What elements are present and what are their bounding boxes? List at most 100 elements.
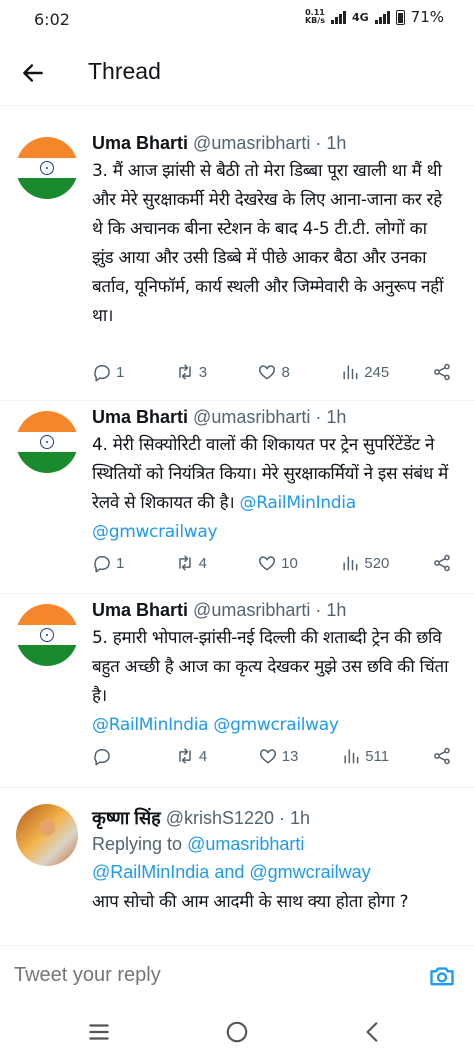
battery-icon <box>395 9 405 25</box>
like-button[interactable]: 10 <box>257 553 298 573</box>
share-button[interactable] <box>432 362 452 382</box>
view-count: 520 <box>364 554 390 572</box>
ashoka-chakra-icon <box>40 434 54 449</box>
replying-to: Replying to @umasribharti @RailMinIndia … <box>92 834 371 882</box>
view-count: 511 <box>365 747 390 765</box>
network-speed: 0.11 KB/s <box>304 8 325 25</box>
mention-link[interactable]: @gmwcrailway <box>92 522 218 542</box>
heart-icon <box>259 365 276 380</box>
tweet-actions: 1 4 10 520 <box>92 551 452 575</box>
retweet-button[interactable]: 3 <box>175 362 215 382</box>
reply-tweet[interactable]: कृष्णा सिंह @krishS1220 · 1h Replying to… <box>0 788 474 945</box>
views-button[interactable]: 520 <box>340 553 389 573</box>
views-button[interactable]: 511 <box>341 746 389 766</box>
signal-icon-2 <box>374 10 390 24</box>
comment-icon <box>94 556 110 573</box>
author-name[interactable]: कृष्णा सिंह <box>92 808 161 828</box>
thread-list[interactable]: Uma Bharti @umasribharti · 1h 3. मैं आज … <box>0 107 474 945</box>
bar-chart-icon <box>344 749 359 764</box>
avatar[interactable] <box>16 604 78 666</box>
reply-count: 1 <box>116 363 125 381</box>
reply-button[interactable]: 1 <box>92 362 132 382</box>
mention-link[interactable]: @RailMinIndia <box>240 493 357 513</box>
retweet-count: 4 <box>198 554 207 572</box>
tweet[interactable]: Uma Bharti @umasribharti · 1h 5. हमारी भ… <box>0 594 474 788</box>
author-name[interactable]: Uma Bharti <box>92 600 188 620</box>
mention-link[interactable]: @RailMinIndia <box>92 862 209 882</box>
like-count: 10 <box>281 554 298 572</box>
reply-button[interactable]: 1 <box>92 553 132 573</box>
mention-link[interactable]: @umasribharti <box>187 834 304 854</box>
author-handle[interactable]: @umasribharti <box>193 407 310 427</box>
heart-icon <box>259 556 276 571</box>
retweet-button[interactable]: 4 <box>175 746 215 766</box>
tweet-actions: 4 13 511 <box>92 744 452 768</box>
tweet-time: · 1h <box>315 133 347 153</box>
retweet-icon <box>178 364 191 380</box>
author-handle[interactable]: @umasribharti <box>193 600 310 620</box>
tweet-text: 5. हमारी भोपाल-झांसी-नई दिल्ली की शताब्द… <box>92 628 449 735</box>
retweet-icon <box>178 555 191 571</box>
tweet-time: · 1h <box>279 808 311 828</box>
heart-icon <box>259 749 276 764</box>
share-icon <box>434 554 450 572</box>
like-count: 8 <box>281 363 290 381</box>
view-count: 245 <box>364 363 390 381</box>
author-name[interactable]: Uma Bharti <box>92 407 188 427</box>
tweet-time: · 1h <box>315 600 347 620</box>
reply-button[interactable] <box>92 746 132 766</box>
share-button[interactable] <box>432 746 452 766</box>
tweet-header: Uma Bharti @umasribharti · 1h <box>92 598 450 622</box>
reply-input[interactable] <box>14 964 394 987</box>
status-icons: 0.11 KB/s 4G 71% <box>305 8 444 26</box>
retweet-icon <box>179 748 191 764</box>
author-handle[interactable]: @umasribharti <box>193 133 310 153</box>
tweet-text: आप सोचो की आम आदमी के साथ क्या होता होगा… <box>92 892 409 912</box>
retweet-button[interactable]: 4 <box>175 553 215 573</box>
tweet-text: 3. मैं आज झांसी से बैठी तो मेरा डिब्बा प… <box>92 161 444 326</box>
network-type: 4G <box>351 10 369 24</box>
camera-icon[interactable] <box>428 962 456 990</box>
retweet-count: 4 <box>198 747 208 765</box>
tweet-text: 4. मेरी सिक्योरिटी वालों की शिकायत पर ट्… <box>92 435 448 542</box>
tweet[interactable]: Uma Bharti @umasribharti · 1h 4. मेरी सि… <box>0 401 474 594</box>
like-button[interactable]: 13 <box>258 746 299 766</box>
signal-icon <box>330 10 346 24</box>
tweet-header: Uma Bharti @umasribharti · 1h <box>92 131 450 155</box>
author-handle[interactable]: @krishS1220 <box>166 808 274 828</box>
reply-count: 1 <box>116 554 125 572</box>
like-button[interactable]: 8 <box>257 362 297 382</box>
status-time: 6:02 <box>34 10 70 29</box>
ashoka-chakra-icon <box>40 160 54 175</box>
battery-level: 71% <box>410 8 444 26</box>
ashoka-chakra-icon <box>40 627 54 642</box>
mention-link[interactable]: @gmwcrailway <box>249 862 370 882</box>
author-name[interactable]: Uma Bharti <box>92 133 188 153</box>
menu-icon[interactable] <box>86 1019 112 1045</box>
bar-chart-icon <box>343 365 358 380</box>
tweet-header: Uma Bharti @umasribharti · 1h <box>92 405 450 429</box>
avatar[interactable] <box>16 804 78 866</box>
avatar[interactable] <box>16 411 78 473</box>
tweet-header: कृष्णा सिंह @krishS1220 · 1h <box>92 806 450 830</box>
back-chevron-icon[interactable] <box>360 1019 386 1045</box>
retweet-count: 3 <box>198 363 208 381</box>
status-bar: 6:02 0.11 KB/s 4G 71% <box>0 0 474 40</box>
app-bar: Thread <box>0 40 474 106</box>
like-count: 13 <box>281 747 299 765</box>
avatar[interactable] <box>16 137 78 199</box>
reply-bar <box>0 945 474 1007</box>
share-button[interactable] <box>432 553 452 573</box>
tweet[interactable]: Uma Bharti @umasribharti · 1h 3. मैं आज … <box>0 107 474 401</box>
home-circle-icon[interactable] <box>224 1019 250 1045</box>
arrow-left-icon[interactable] <box>20 60 46 86</box>
share-icon <box>434 747 450 765</box>
tweet-actions: 1 3 8 245 <box>92 360 452 384</box>
views-button[interactable]: 245 <box>340 362 389 382</box>
mention-link[interactable]: @gmwcrailway <box>213 715 339 735</box>
mention-link[interactable]: @RailMinIndia <box>92 715 209 735</box>
tweet-time: · 1h <box>315 407 347 427</box>
comment-icon <box>94 749 110 766</box>
share-icon <box>434 363 450 381</box>
system-nav-bar <box>0 1007 474 1056</box>
